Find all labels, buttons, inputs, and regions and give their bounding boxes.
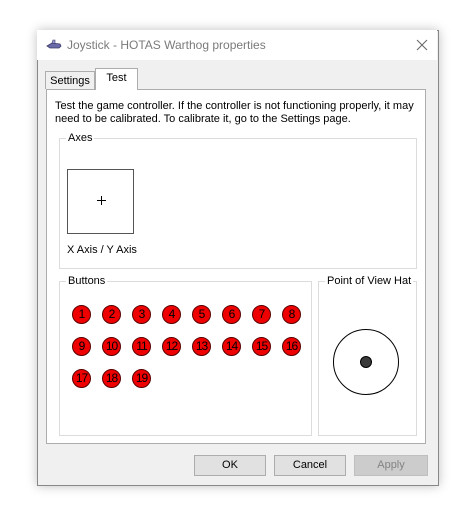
joystick-button-indicator: 9 xyxy=(72,337,91,356)
apply-button[interactable]: Apply xyxy=(354,455,428,476)
joystick-button-indicator: 18 xyxy=(102,369,121,388)
test-description: Test the game controller. If the control… xyxy=(55,100,414,125)
joystick-button-indicator: 3 xyxy=(132,305,151,324)
tab-test[interactable]: Test xyxy=(95,68,138,90)
crosshair-icon xyxy=(97,196,106,205)
joystick-button-indicator: 17 xyxy=(72,369,91,388)
joystick-button-indicator: 16 xyxy=(282,337,301,356)
joystick-button-indicator: 10 xyxy=(102,337,121,356)
joystick-button-indicator: 11 xyxy=(132,337,151,356)
joystick-button-indicator: 7 xyxy=(252,305,271,324)
joystick-button-indicator: 6 xyxy=(222,305,241,324)
buttons-group: Buttons xyxy=(59,274,312,436)
joystick-button-indicator: 1 xyxy=(72,305,91,324)
joystick-button-indicator: 8 xyxy=(282,305,301,324)
joystick-button-indicator: 12 xyxy=(162,337,181,356)
joystick-button-indicator: 4 xyxy=(162,305,181,324)
joystick-button-indicator: 14 xyxy=(222,337,241,356)
xy-axis-label: X Axis / Y Axis xyxy=(67,244,137,256)
pov-hat-indicator xyxy=(360,356,372,368)
pov-hat-group-label: Point of View Hat xyxy=(325,274,414,288)
joystick-button-indicator: 15 xyxy=(252,337,271,356)
ok-button[interactable]: OK xyxy=(194,455,266,476)
joystick-button-indicator: 13 xyxy=(192,337,211,356)
buttons-group-label: Buttons xyxy=(66,274,108,288)
axes-group-label: Axes xyxy=(66,131,95,145)
cancel-button[interactable]: Cancel xyxy=(274,455,346,476)
joystick-button-indicator: 19 xyxy=(132,369,151,388)
joystick-button-indicator: 5 xyxy=(192,305,211,324)
joystick-button-indicator: 2 xyxy=(102,305,121,324)
